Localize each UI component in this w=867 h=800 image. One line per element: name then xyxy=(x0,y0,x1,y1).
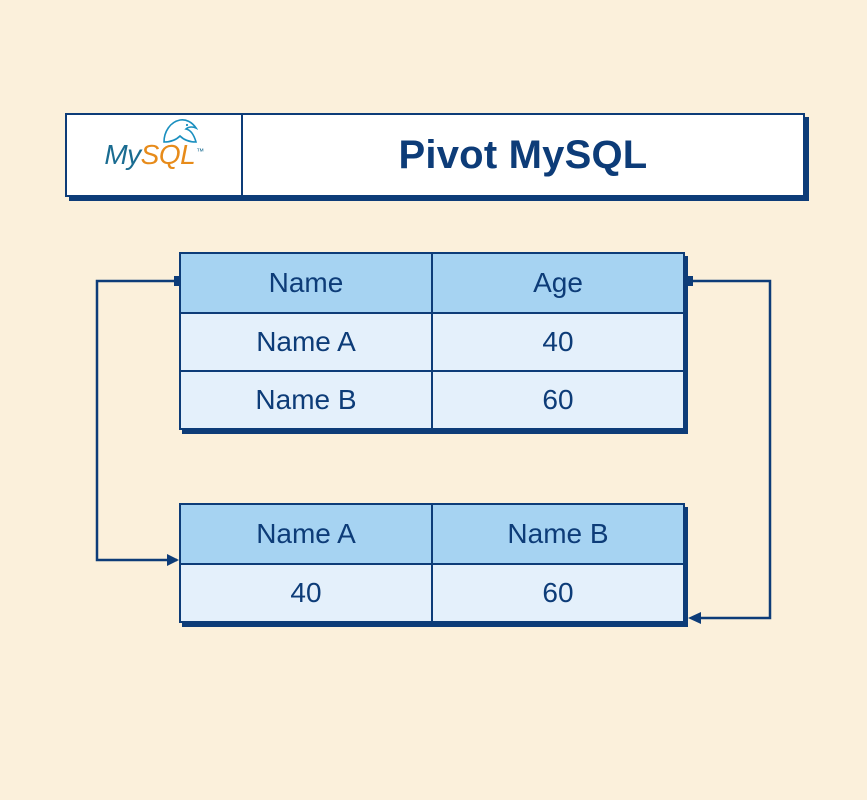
cell: Name A xyxy=(181,312,433,370)
table-row: Name A 40 xyxy=(181,312,683,370)
table-row: Name B 60 xyxy=(181,370,683,428)
page-title: Pivot MySQL xyxy=(399,133,648,178)
cell: 60 xyxy=(433,563,683,621)
logo-text-my: My xyxy=(104,139,140,170)
logo-tm: ™ xyxy=(196,147,204,156)
table-header-row: Name A Name B xyxy=(181,505,683,563)
cell: 40 xyxy=(433,312,683,370)
col-header: Age xyxy=(433,254,683,312)
table-row: 40 60 xyxy=(181,563,683,621)
col-header: Name B xyxy=(433,505,683,563)
col-header: Name A xyxy=(181,505,433,563)
table-header-row: Name Age xyxy=(181,254,683,312)
mysql-logo: MySQL™ xyxy=(67,115,243,195)
col-header: Name xyxy=(181,254,433,312)
cell: 60 xyxy=(433,370,683,428)
cell: Name B xyxy=(181,370,433,428)
title-bar: MySQL™ Pivot MySQL xyxy=(65,113,805,197)
dolphin-icon xyxy=(162,116,198,146)
source-table: Name Age Name A 40 Name B 60 xyxy=(179,252,685,430)
pivot-table: Name A Name B 40 60 xyxy=(179,503,685,623)
cell: 40 xyxy=(181,563,433,621)
